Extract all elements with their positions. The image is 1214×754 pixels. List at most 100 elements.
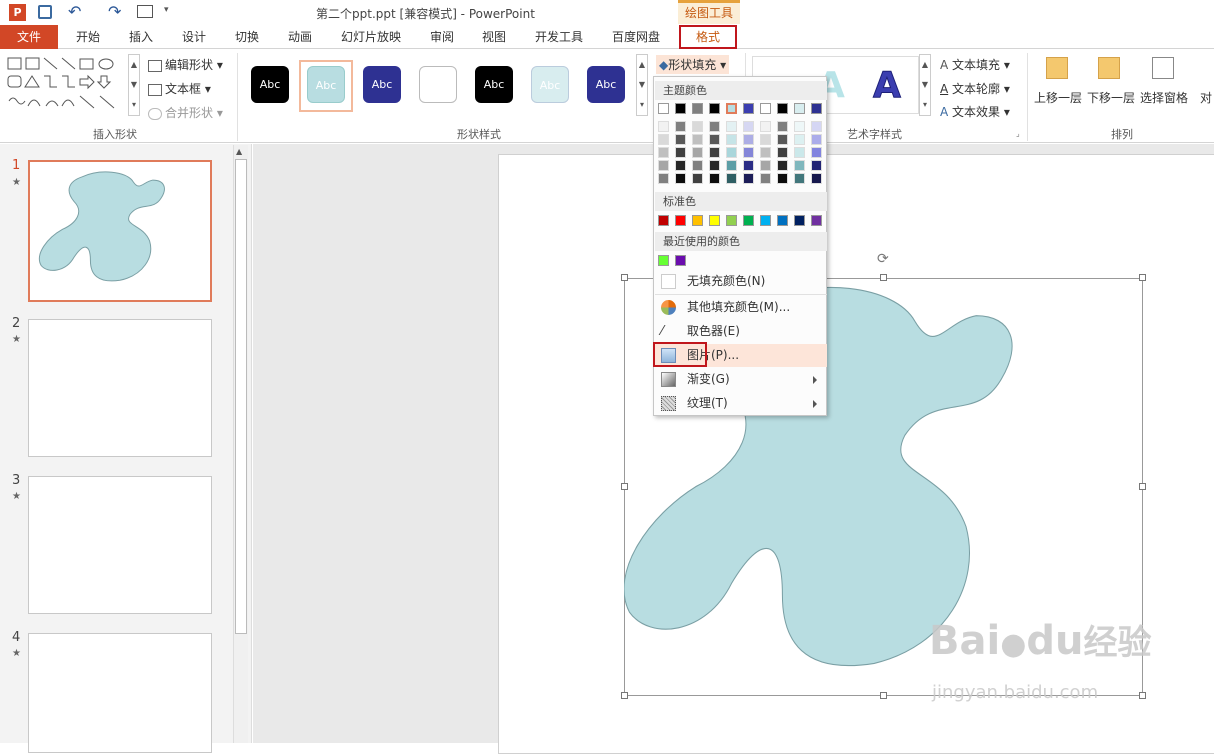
theme-color-shade-swatch[interactable]: [794, 173, 805, 184]
theme-color-shade-swatch[interactable]: [675, 160, 686, 171]
edit-shape-button[interactable]: 编辑形状 ▾: [148, 56, 223, 73]
shapes-gallery-scroll[interactable]: ▲ ▼ ▾: [128, 54, 140, 116]
theme-color-shade-swatch[interactable]: [726, 147, 737, 158]
more-fill-colors-item[interactable]: 其他填充颜色(M)...: [655, 296, 827, 319]
slide-thumbnail-2[interactable]: [28, 319, 212, 457]
theme-color-shade-swatch[interactable]: [692, 160, 703, 171]
theme-color-swatch[interactable]: [777, 103, 788, 114]
theme-color-shade-swatch[interactable]: [692, 134, 703, 145]
theme-color-shade-swatch[interactable]: [675, 134, 686, 145]
scroll-thumb[interactable]: [235, 159, 247, 634]
tab-developer[interactable]: 开发工具: [535, 28, 583, 45]
tab-format[interactable]: 格式: [679, 25, 737, 49]
shape-style-2[interactable]: Abc: [307, 66, 345, 103]
theme-color-shade-swatch[interactable]: [658, 147, 669, 158]
theme-color-shade-swatch[interactable]: [760, 134, 771, 145]
tab-transitions[interactable]: 切换: [235, 28, 259, 45]
shapes-gallery[interactable]: [6, 56, 128, 112]
tab-view[interactable]: 视图: [482, 28, 506, 45]
selection-pane-button[interactable]: 选择窗格: [1140, 89, 1188, 106]
theme-color-shade-swatch[interactable]: [692, 121, 703, 132]
theme-color-shade-swatch[interactable]: [692, 147, 703, 158]
theme-color-swatch[interactable]: [811, 103, 822, 114]
standard-color-swatch[interactable]: [726, 215, 737, 226]
theme-color-shade-swatch[interactable]: [675, 173, 686, 184]
theme-color-shade-swatch[interactable]: [794, 160, 805, 171]
tab-animations[interactable]: 动画: [288, 28, 312, 45]
theme-color-shade-swatch[interactable]: [709, 134, 720, 145]
shape-fill-button[interactable]: ◆形状填充 ▾: [656, 55, 730, 74]
theme-color-shade-swatch[interactable]: [794, 147, 805, 158]
theme-color-shade-swatch[interactable]: [777, 134, 788, 145]
theme-color-shade-swatch[interactable]: [658, 160, 669, 171]
theme-color-swatch[interactable]: [709, 103, 720, 114]
shape-style-6[interactable]: Abc: [531, 66, 569, 103]
theme-color-shade-swatch[interactable]: [658, 173, 669, 184]
theme-color-shade-swatch[interactable]: [675, 147, 686, 158]
theme-color-shade-swatch[interactable]: [743, 121, 754, 132]
slide-1-editor[interactable]: ⟳ Bai●du经验 jingyan.baidu.com: [498, 154, 1214, 754]
scroll-up-icon[interactable]: ▲: [236, 147, 242, 156]
no-fill-item[interactable]: 无填充颜色(N): [655, 270, 827, 293]
tab-slideshow[interactable]: 幻灯片放映: [341, 28, 401, 45]
slideshow-from-start-icon[interactable]: [137, 5, 153, 18]
theme-color-shade-swatch[interactable]: [726, 173, 737, 184]
theme-color-swatch[interactable]: [743, 103, 754, 114]
shape-style-5[interactable]: Abc: [475, 66, 513, 103]
text-box-button[interactable]: 文本框 ▾: [148, 80, 211, 97]
standard-color-swatch[interactable]: [709, 215, 720, 226]
standard-color-swatch[interactable]: [658, 215, 669, 226]
texture-item[interactable]: 纹理(T): [655, 392, 827, 415]
shape-style-7[interactable]: Abc: [587, 66, 625, 103]
theme-color-shade-swatch[interactable]: [760, 147, 771, 158]
theme-color-shade-swatch[interactable]: [811, 121, 822, 132]
standard-color-swatch[interactable]: [675, 215, 686, 226]
theme-color-shade-swatch[interactable]: [743, 147, 754, 158]
recent-color-swatch[interactable]: [658, 255, 669, 266]
theme-color-shade-swatch[interactable]: [726, 134, 737, 145]
theme-color-shade-swatch[interactable]: [709, 173, 720, 184]
theme-color-shade-swatch[interactable]: [760, 121, 771, 132]
slide-thumbnail-3[interactable]: [28, 476, 212, 614]
tab-baidu-netdisk[interactable]: 百度网盘: [612, 28, 660, 45]
shape-style-3[interactable]: Abc: [363, 66, 401, 103]
wordart-gallery-scroll[interactable]: ▲ ▼ ▾: [919, 54, 931, 116]
tab-file[interactable]: 文件: [0, 25, 58, 49]
theme-color-swatch[interactable]: [675, 103, 686, 114]
theme-color-shade-swatch[interactable]: [658, 121, 669, 132]
tab-home[interactable]: 开始: [76, 28, 100, 45]
theme-color-swatch[interactable]: [726, 103, 737, 114]
theme-color-shade-swatch[interactable]: [743, 173, 754, 184]
theme-color-shade-swatch[interactable]: [811, 147, 822, 158]
theme-color-shade-swatch[interactable]: [709, 160, 720, 171]
rotate-handle-icon[interactable]: ⟳: [877, 251, 889, 267]
standard-color-swatch[interactable]: [777, 215, 788, 226]
eyedropper-item[interactable]: ⁄ 取色器(E): [655, 320, 827, 343]
theme-color-shade-swatch[interactable]: [658, 134, 669, 145]
text-fill-button[interactable]: A 文本填充 ▾: [940, 56, 1010, 73]
theme-color-shade-swatch[interactable]: [692, 173, 703, 184]
wordart-style-3[interactable]: A: [873, 65, 902, 107]
shape-style-1[interactable]: Abc: [251, 66, 289, 103]
theme-color-shade-swatch[interactable]: [743, 160, 754, 171]
tab-insert[interactable]: 插入: [129, 28, 153, 45]
tab-review[interactable]: 审阅: [430, 28, 454, 45]
theme-color-shade-swatch[interactable]: [811, 173, 822, 184]
customize-qat-icon[interactable]: ▾: [164, 5, 169, 15]
slide-thumbnail-1[interactable]: [28, 160, 212, 302]
theme-color-swatch[interactable]: [658, 103, 669, 114]
theme-color-swatch[interactable]: [794, 103, 805, 114]
theme-color-shade-swatch[interactable]: [760, 160, 771, 171]
standard-color-swatch[interactable]: [692, 215, 703, 226]
theme-color-shade-swatch[interactable]: [777, 173, 788, 184]
tab-design[interactable]: 设计: [182, 28, 206, 45]
theme-color-shade-swatch[interactable]: [777, 121, 788, 132]
theme-color-swatch[interactable]: [692, 103, 703, 114]
send-backward-button[interactable]: 下移一层: [1087, 89, 1135, 106]
theme-color-shade-swatch[interactable]: [760, 173, 771, 184]
theme-color-shade-swatch[interactable]: [675, 121, 686, 132]
theme-color-shade-swatch[interactable]: [709, 121, 720, 132]
standard-color-swatch[interactable]: [794, 215, 805, 226]
theme-color-shade-swatch[interactable]: [811, 160, 822, 171]
standard-color-swatch[interactable]: [743, 215, 754, 226]
